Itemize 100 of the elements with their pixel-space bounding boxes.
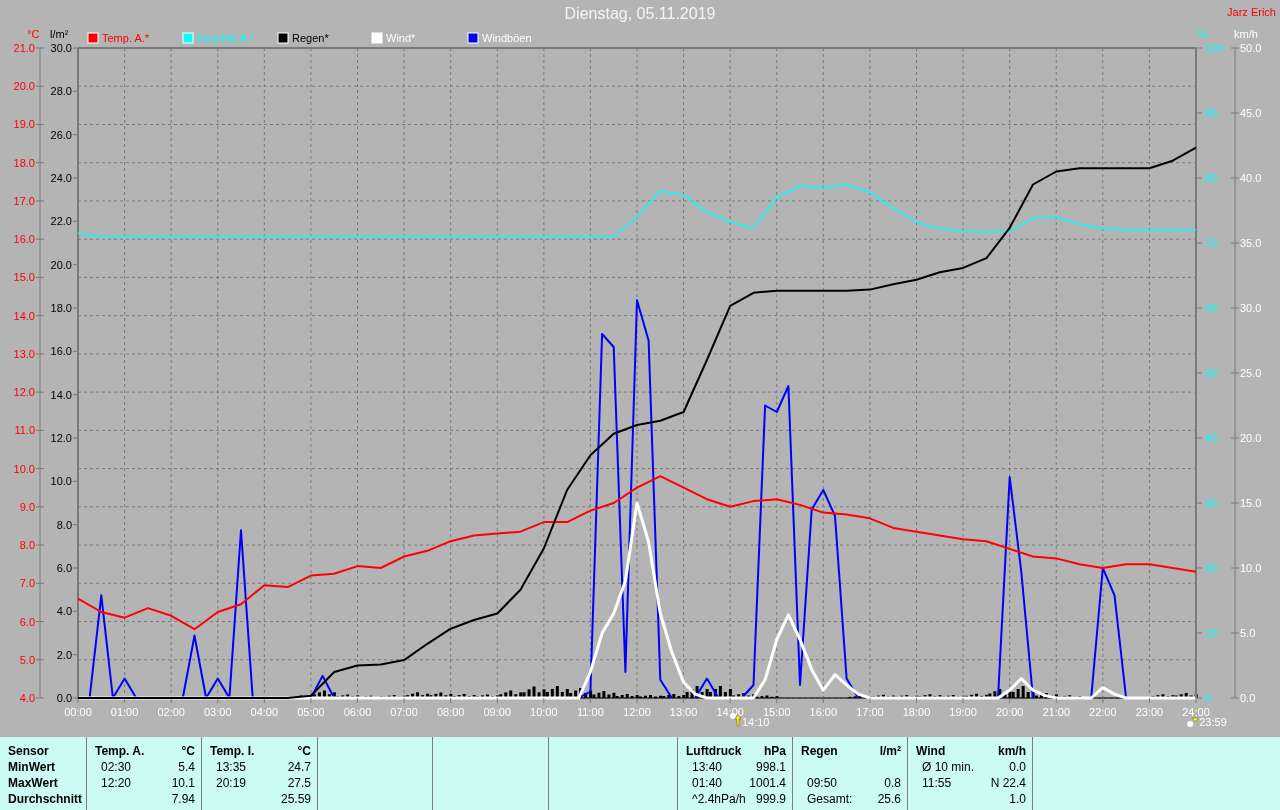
axis-label: 04:00: [250, 706, 279, 718]
axis-label: 25.0: [1240, 367, 1262, 379]
axis-label: 80: [1205, 172, 1218, 184]
legend-label: Feuchte A.*: [197, 32, 254, 44]
axis-label: 4.0: [19, 692, 35, 704]
unit-label: °C: [297, 744, 311, 758]
axis-label: 8.0: [56, 518, 72, 531]
column-header: Wind: [916, 744, 946, 758]
axis-label: 23:00: [1135, 706, 1164, 718]
axis-label: 20: [1205, 562, 1218, 574]
row-label: Durchschnitt: [8, 792, 82, 806]
axis-label: 0.0: [1240, 692, 1256, 704]
axis-label: 06:00: [343, 706, 372, 718]
axis-label: 40.0: [1240, 172, 1262, 184]
axis-label: 90: [1205, 107, 1218, 119]
axis-label: 05:00: [297, 706, 325, 718]
column-header: Regen: [801, 744, 838, 758]
axis-label: 4.0: [56, 605, 72, 618]
axis-label: 9.0: [19, 500, 35, 513]
axis-label: 100: [1205, 42, 1224, 54]
column-header: Temp. I.: [210, 744, 255, 758]
axis-label: 5.0: [1240, 627, 1256, 639]
axis-label: 18.0: [50, 302, 72, 314]
axis-label: 0: [1205, 692, 1212, 704]
axis-label: 17.0: [13, 194, 35, 207]
time-cell-text: 20:19: [215, 776, 247, 790]
axis-label: 20.0: [50, 258, 72, 271]
axis-label: 2.0: [56, 648, 72, 661]
axis-label: 00:00: [64, 706, 92, 718]
axis-label: 15.0: [13, 271, 35, 284]
axis-label: 12.0: [13, 386, 35, 399]
marker-time: 14:10: [741, 716, 770, 728]
axis-label: 8.0: [19, 539, 35, 552]
axis-label: 6.0: [19, 615, 35, 628]
axis-label: 19.0: [13, 118, 35, 131]
axis-unit: °C: [27, 30, 40, 40]
axis-label: 10.0: [1240, 562, 1262, 574]
axis-label: 30.0: [50, 42, 72, 54]
value-cell: 25.6: [877, 792, 901, 806]
unit-label: km/h: [998, 744, 1026, 758]
unit-label: hPa: [764, 744, 786, 758]
time-cell-text: 09:50: [806, 776, 838, 790]
legend-label: Wind*: [386, 32, 416, 44]
axis-label: 50.0: [1240, 42, 1262, 54]
row-label: MinWert: [8, 760, 56, 774]
time-cell-text: 11:55: [921, 776, 952, 790]
axis-label: 35.0: [1240, 237, 1262, 249]
axis-label: 60: [1205, 302, 1218, 314]
axis-label: 22:00: [1089, 706, 1117, 718]
axis-label: 7.0: [19, 577, 35, 590]
axis-label: 16.0: [13, 233, 35, 246]
axis-label: 26.0: [50, 128, 72, 141]
time-cell-text: Ø 10 min.: [921, 760, 975, 774]
value-cell: 24.7: [287, 760, 311, 774]
axis-label: 30: [1205, 497, 1218, 509]
row-label: MaxWert: [8, 776, 58, 790]
value-cell: 998.1: [755, 760, 786, 774]
axis-label: 50: [1205, 367, 1218, 379]
axis-label: 07:00: [390, 706, 418, 718]
axis-label: 30.0: [1240, 302, 1262, 314]
axis-label: 13:00: [669, 706, 698, 718]
axis-label: 70: [1205, 237, 1218, 249]
axis-label: 14.0: [50, 388, 72, 401]
value-cell: 1001.4: [749, 776, 786, 790]
axis-label: 40: [1205, 432, 1218, 444]
value-cell: 0.8: [884, 776, 901, 790]
axis-label: 15:00: [763, 706, 791, 718]
value-cell: N 22.4: [990, 776, 1026, 790]
axis-label: 14.0: [13, 309, 35, 322]
time-cell-text: 02:30: [100, 760, 132, 774]
time-cell-text: Gesamt:: [806, 792, 853, 806]
axis-label: 17:00: [856, 706, 884, 718]
axis-label: 11:00: [577, 706, 604, 718]
axis-unit: l/m²: [50, 30, 69, 40]
value-cell: 1.0: [1009, 792, 1026, 806]
legend-label: Regen*: [292, 32, 329, 44]
axis-label: 20:00: [995, 706, 1024, 718]
unit-label: l/m²: [879, 744, 901, 758]
value-cell: 25.59: [280, 792, 311, 806]
time-cell-text: 01:40: [691, 776, 723, 790]
axis-label: 28.0: [50, 85, 72, 98]
axis-label: 18.0: [13, 156, 35, 169]
axis-label: 5.0: [19, 653, 35, 666]
chart-title: Dienstag, 05.11.2019: [564, 5, 716, 23]
axis-label: 6.0: [56, 562, 72, 574]
axis-label: 24.0: [50, 172, 72, 184]
axis-label: 10.0: [13, 462, 35, 475]
axis-label: 19:00: [949, 706, 977, 718]
axis-label: 20.0: [13, 80, 35, 93]
legend-label: Windböen: [482, 32, 532, 44]
axis-label: 02:00: [157, 706, 185, 718]
value-cell: 27.5: [287, 776, 311, 790]
axis-label: 01:00: [110, 706, 139, 718]
axis-label: 16:00: [809, 706, 838, 718]
value-cell: 10.1: [171, 776, 195, 790]
column-header: Luftdruck: [686, 744, 742, 758]
time-cell-text: 13:35: [215, 760, 247, 774]
axis-label: 11.0: [14, 424, 35, 437]
legend-label: Temp. A.*: [102, 32, 150, 44]
value-cell: 999.9: [755, 792, 786, 806]
